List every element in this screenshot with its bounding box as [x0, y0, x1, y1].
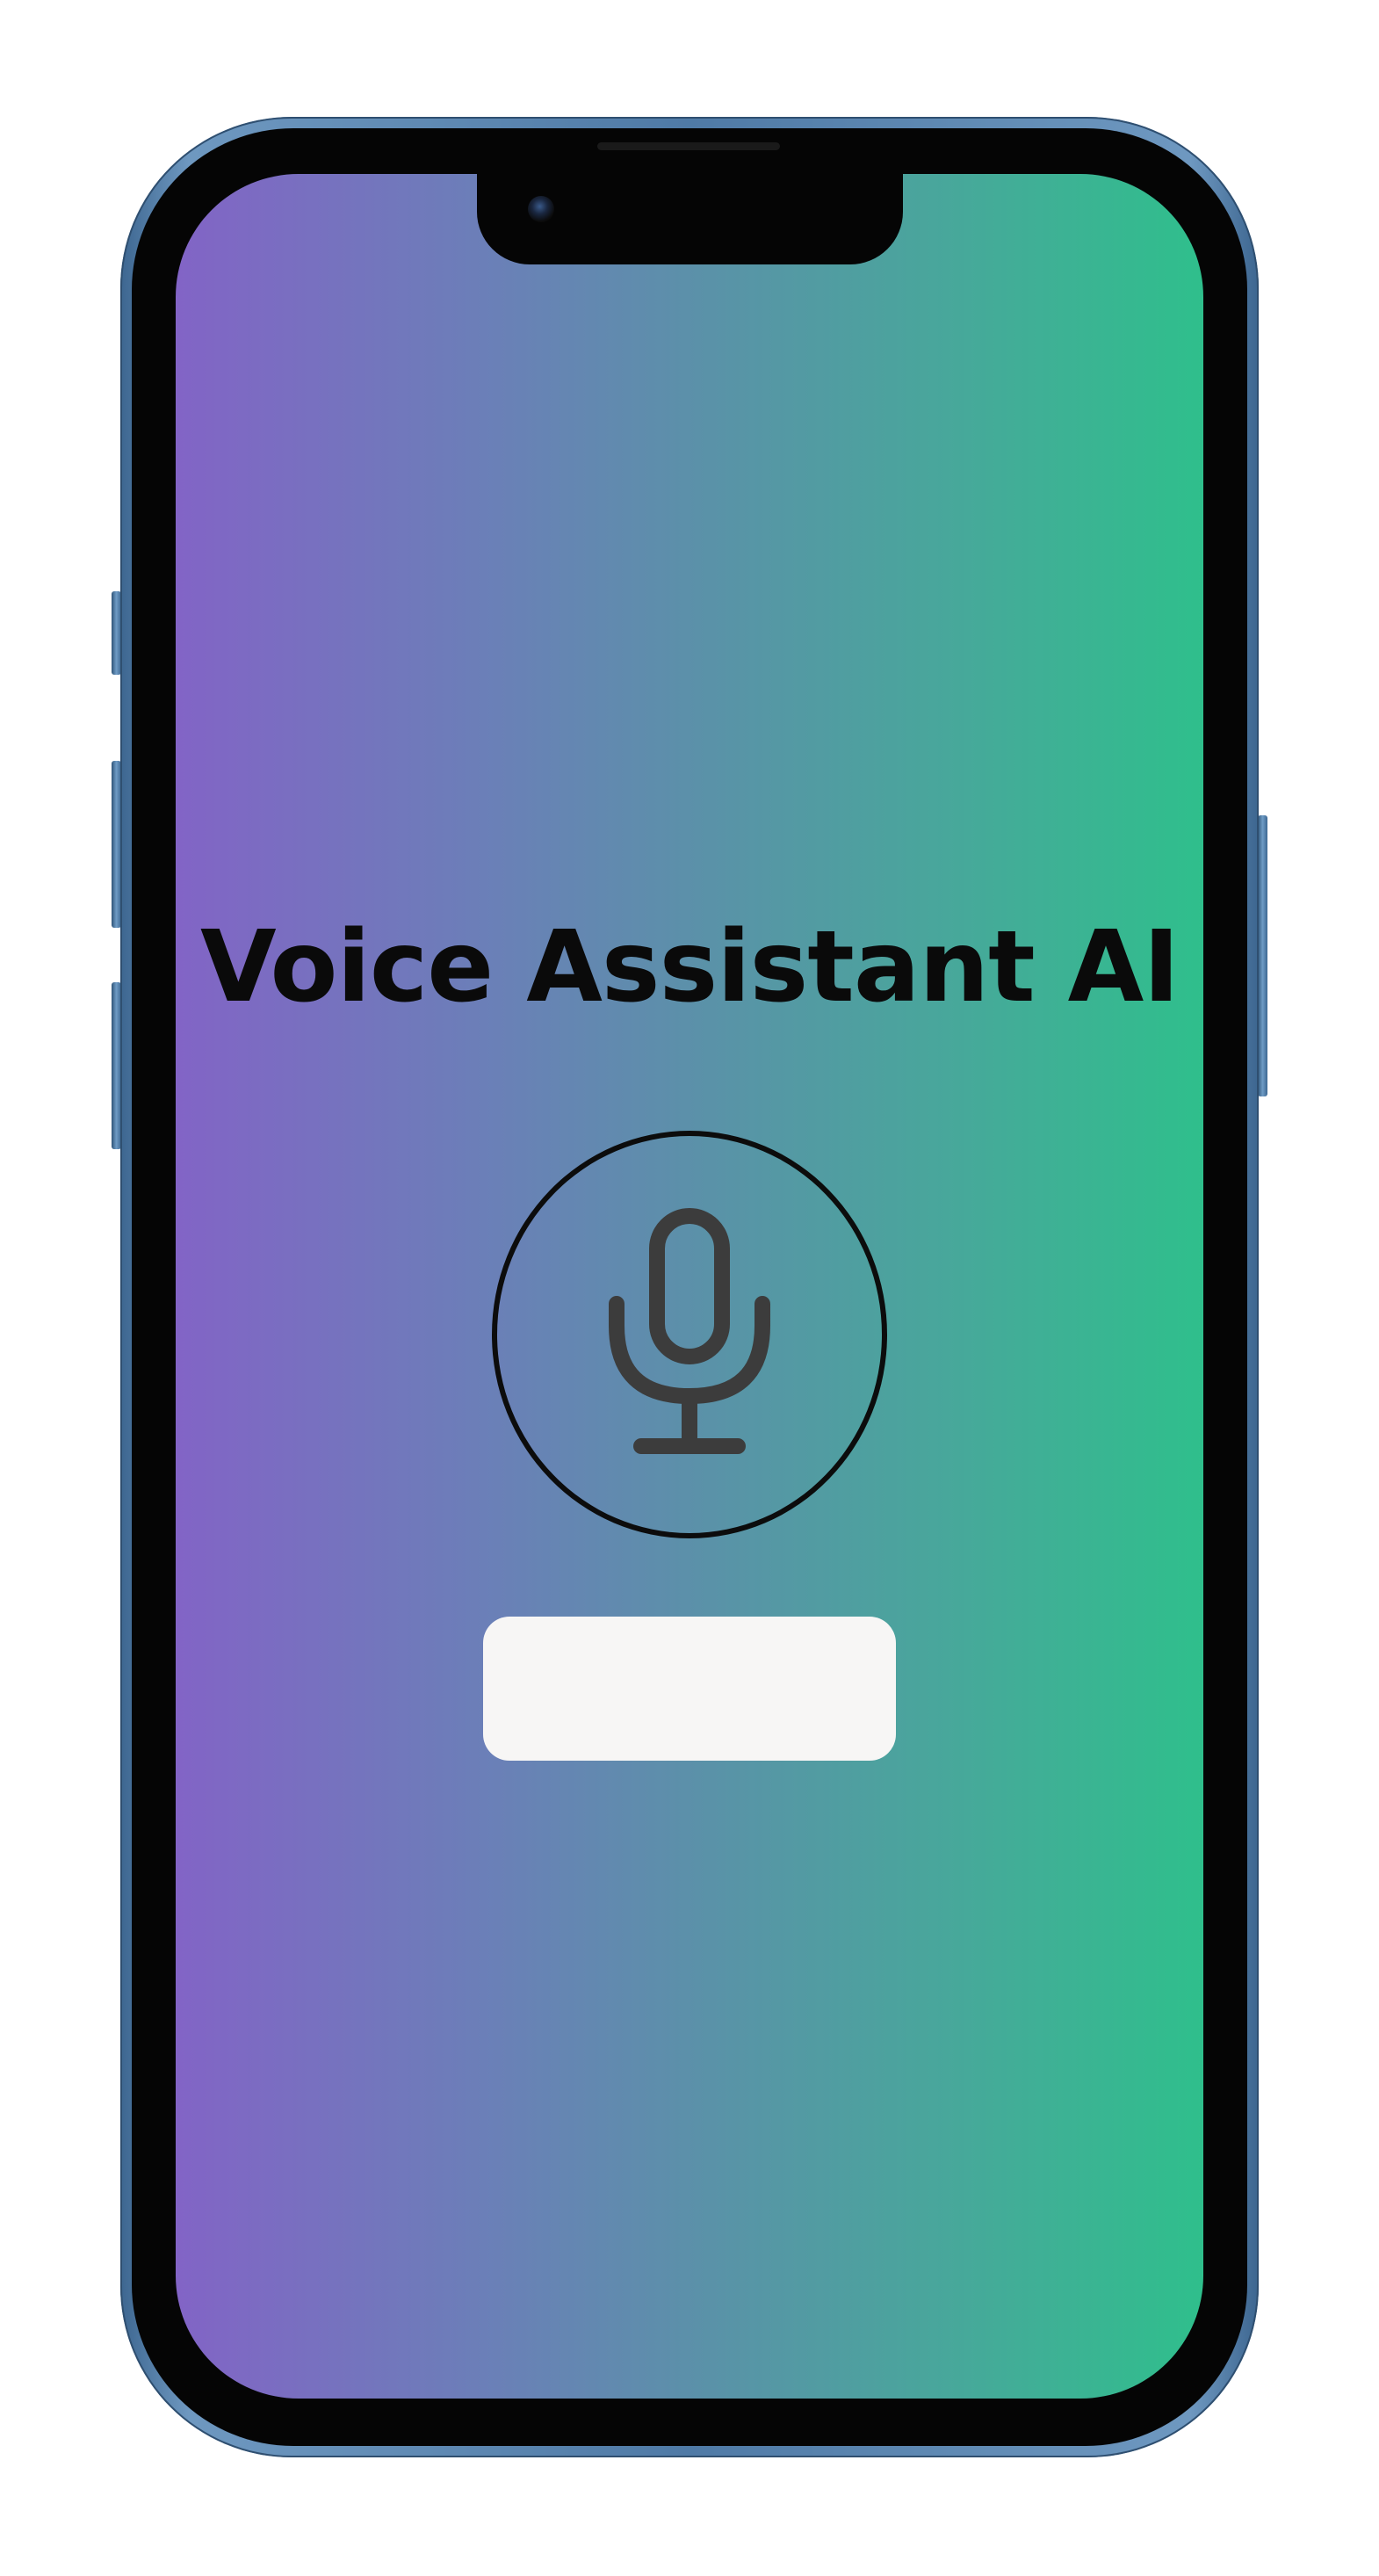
notch — [477, 174, 903, 264]
front-camera-icon — [528, 196, 554, 222]
app-title: Voice Assistant AI — [199, 910, 1180, 1024]
phone-screen: Voice Assistant AI — [176, 174, 1203, 2399]
mic-button[interactable] — [492, 1131, 887, 1538]
speaker-slit — [597, 142, 780, 150]
microphone-icon — [609, 1208, 770, 1454]
text-input[interactable] — [483, 1617, 896, 1761]
page: Voice Assistant AI — [0, 0, 1379, 2576]
power-button — [1258, 815, 1267, 1096]
